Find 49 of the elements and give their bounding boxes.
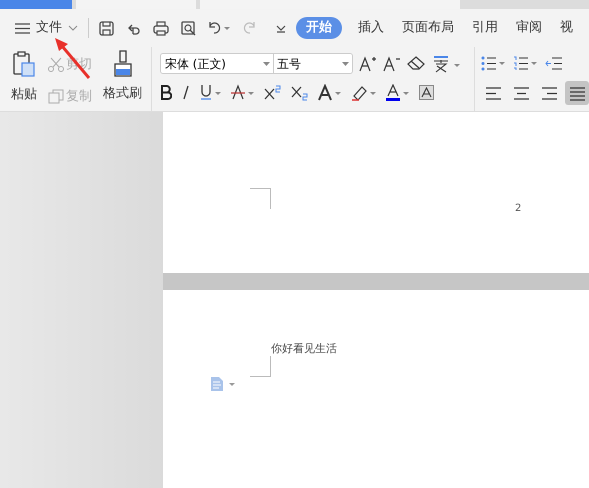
- italic-icon[interactable]: [180, 85, 191, 100]
- copy-icon: [48, 88, 64, 104]
- print-preview-icon[interactable]: [181, 20, 196, 36]
- text-effect-icon[interactable]: [318, 84, 342, 101]
- dropdown-arrow-icon: [342, 62, 349, 66]
- format-painter-button[interactable]: 格式刷: [103, 84, 142, 104]
- ribbon-tab[interactable]: 引用: [470, 17, 500, 39]
- align-right-icon: [540, 86, 558, 100]
- underline-icon[interactable]: [200, 84, 222, 101]
- bold-icon[interactable]: [160, 85, 172, 100]
- save-icon[interactable]: [99, 20, 114, 36]
- dropdown-arrow-icon: [262, 62, 270, 66]
- align-center-icon: [512, 86, 530, 100]
- page-number: 2: [515, 202, 522, 216]
- margin-corner-mark: [250, 188, 271, 209]
- ribbon-tab[interactable]: 审阅: [514, 17, 544, 39]
- ribbon-tab[interactable]: 页面布局: [400, 17, 456, 39]
- grow-font-icon[interactable]: [358, 55, 377, 72]
- align-justify-icon: [568, 86, 586, 100]
- eraser-icon[interactable]: [406, 56, 425, 71]
- align-left-icon: [484, 86, 502, 100]
- numbered-list-icon[interactable]: [513, 56, 537, 71]
- highlighter-icon[interactable]: [350, 84, 377, 101]
- shrink-font-icon[interactable]: [382, 55, 401, 72]
- align-justify-button[interactable]: [565, 81, 589, 105]
- print-icon[interactable]: [153, 20, 169, 36]
- font-family-dropdown[interactable]: 宋体 (正文): [160, 53, 274, 74]
- subscript-icon[interactable]: [290, 84, 309, 101]
- font-size-dropdown[interactable]: 五号: [274, 53, 353, 74]
- customize-icon[interactable]: [276, 23, 286, 33]
- character-shading-icon[interactable]: [418, 85, 434, 100]
- font-color-icon[interactable]: [386, 84, 410, 101]
- ribbon-tab[interactable]: 插入: [356, 17, 386, 39]
- ribbon-tab[interactable]: 视: [558, 17, 575, 39]
- chevron-down-icon: [68, 25, 78, 31]
- annotation-arrow: [52, 37, 92, 80]
- format-painter-icon[interactable]: [112, 50, 132, 78]
- undo-icon[interactable]: [208, 21, 230, 35]
- superscript-icon[interactable]: [264, 84, 282, 101]
- scissors-icon: [48, 57, 64, 72]
- bullet-list-icon[interactable]: [481, 56, 505, 71]
- strikethrough-icon[interactable]: [230, 84, 255, 101]
- margin-corner-mark: [250, 356, 271, 377]
- menu-icon[interactable]: [15, 22, 30, 34]
- file-menu[interactable]: 文件: [36, 18, 78, 38]
- decrease-indent-icon[interactable]: [545, 56, 563, 71]
- paste-button[interactable]: 粘贴: [11, 85, 37, 104]
- document-text: 你好看见生活: [271, 341, 337, 357]
- paste-icon[interactable]: [13, 51, 35, 77]
